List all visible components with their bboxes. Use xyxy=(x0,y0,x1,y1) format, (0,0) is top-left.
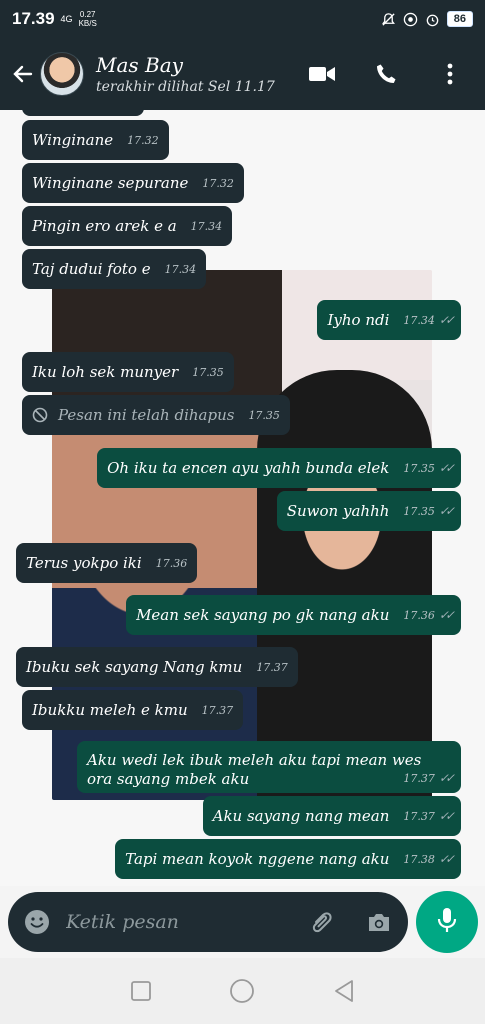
message-bubble-incoming[interactable]: Winginane sepurane 17.32 xyxy=(22,163,244,203)
contact-last-seen: terakhir dilihat Sel 11.17 xyxy=(96,79,275,95)
read-ticks-icon: ✓✓ xyxy=(438,771,455,785)
message-text: Pesan ini telah dihapus xyxy=(58,406,235,424)
message-time: 17.35 xyxy=(403,504,435,518)
status-time: 17.39 xyxy=(12,9,55,28)
message-bubble-incoming[interactable]: Terus yokpo iki 17.36 xyxy=(16,543,198,583)
message-text: Oh iku ta encen ayu yahh bunda elek xyxy=(107,459,390,477)
camera-icon[interactable] xyxy=(364,907,394,937)
message-meta: 17.37 ✓✓ xyxy=(389,771,455,785)
message-time: 17.32 xyxy=(202,176,234,190)
message-bubble-outgoing[interactable]: Iyho ndi 17.34 ✓✓ xyxy=(317,300,461,340)
compose-pill xyxy=(8,892,408,952)
message-bubble-incoming[interactable]: Ibuku sek sayang Nang kmu 17.37 xyxy=(16,647,298,687)
network-speed: 0.27 KB/S xyxy=(79,10,97,28)
speed-unit: KB/S xyxy=(78,19,97,28)
mic-icon xyxy=(436,906,458,939)
message-text: Winginane xyxy=(32,131,114,149)
message-time: 17.36 xyxy=(155,556,188,570)
back-arrow-icon[interactable] xyxy=(10,61,36,87)
message-bubble-partial xyxy=(22,110,144,116)
video-call-icon[interactable] xyxy=(307,59,337,89)
message-bubble-deleted[interactable]: Pesan ini telah dihapus 17.35 xyxy=(22,395,290,435)
status-icons: 86 xyxy=(381,11,473,27)
message-time: 17.37 xyxy=(256,660,288,674)
phone-icon[interactable] xyxy=(371,59,401,89)
read-ticks-icon: ✓✓ xyxy=(438,608,455,622)
header-actions xyxy=(307,59,475,89)
message-time: 17.32 xyxy=(127,133,159,147)
emoji-icon[interactable] xyxy=(22,907,52,937)
message-text: Terus yokpo iki xyxy=(26,554,142,572)
attach-icon[interactable] xyxy=(306,907,336,937)
system-nav-bar xyxy=(0,958,485,1024)
message-time: 17.37 xyxy=(201,703,234,717)
message-bubble-outgoing[interactable]: Aku sayang nang mean 17.37 ✓✓ xyxy=(202,796,461,836)
read-ticks-icon: ✓✓ xyxy=(438,313,455,327)
message-bubble-outgoing[interactable]: Mean sek sayang po gk nang aku 17.36 ✓✓ xyxy=(126,595,461,635)
message-text: Mean sek sayang po gk nang aku xyxy=(136,606,390,624)
battery-icon: 86 xyxy=(446,11,473,27)
message-time: 17.36 xyxy=(403,608,435,622)
chat-area[interactable]: Winginane 17.32 Winginane sepurane 17.32… xyxy=(0,110,485,886)
read-ticks-icon: ✓✓ xyxy=(438,461,455,475)
message-text: Ibukku meleh e kmu xyxy=(32,701,188,719)
prohibited-icon xyxy=(32,407,48,423)
contact-info[interactable]: Mas Bay terakhir dilihat Sel 11.17 xyxy=(96,53,275,95)
message-time: 17.34 xyxy=(164,262,197,276)
message-text: Taj dudui foto e xyxy=(32,260,151,278)
message-bubble-incoming[interactable]: Pingin ero arek e a 17.34 xyxy=(22,206,233,246)
network-indicator: 4G xyxy=(61,14,73,24)
message-text: Suwon yahhh xyxy=(286,502,390,520)
message-input[interactable] xyxy=(66,911,306,933)
message-text: Iyho ndi xyxy=(327,311,390,329)
more-vert-icon[interactable] xyxy=(435,59,465,89)
speed-value: 0.27 xyxy=(79,10,96,19)
message-time: 17.35 xyxy=(192,365,224,379)
message-text: Winginane sepurane xyxy=(32,174,189,192)
status-bar: 17.39 4G 0.27 KB/S 86 xyxy=(0,0,485,38)
message-bubble-outgoing[interactable]: Oh iku ta encen ayu yahh bunda elek 17.3… xyxy=(97,448,461,488)
message-time: 17.37 xyxy=(403,809,435,823)
read-ticks-icon: ✓✓ xyxy=(438,852,455,866)
message-bubble-incoming[interactable]: Winginane 17.32 xyxy=(22,120,169,160)
message-time: 17.35 xyxy=(403,461,435,475)
alarm-icon xyxy=(425,11,441,27)
recents-square-icon[interactable] xyxy=(127,977,155,1005)
message-bubble-outgoing[interactable]: Tapi mean koyok nggene nang aku 17.38 ✓✓ xyxy=(115,839,461,879)
message-bubble-incoming[interactable]: Ibukku meleh e kmu 17.37 xyxy=(22,690,244,730)
message-time: 17.38 xyxy=(403,852,435,866)
message-text: Aku sayang nang mean xyxy=(212,807,390,825)
message-bubble-outgoing[interactable]: Aku wedi lek ibuk meleh aku tapi mean we… xyxy=(77,741,461,793)
message-bubble-incoming[interactable]: Iku loh sek munyer 17.35 xyxy=(22,352,234,392)
compose-bar xyxy=(0,886,485,958)
network-label: 4G xyxy=(60,14,73,24)
message-text: Ibuku sek sayang Nang kmu xyxy=(26,658,243,676)
read-ticks-icon: ✓✓ xyxy=(438,504,455,518)
message-time: 17.34 xyxy=(403,313,435,327)
message-text: Tapi mean koyok nggene nang aku xyxy=(125,850,390,868)
contact-name: Mas Bay xyxy=(96,53,183,77)
message-time: 17.35 xyxy=(248,408,280,422)
mute-icon xyxy=(381,11,397,27)
avatar[interactable] xyxy=(40,52,84,96)
message-time: 17.34 xyxy=(190,219,223,233)
chat-header: Mas Bay terakhir dilihat Sel 11.17 xyxy=(0,38,485,110)
deleted-message: Pesan ini telah dihapus xyxy=(32,406,234,424)
mic-button[interactable] xyxy=(416,891,478,953)
home-circle-icon[interactable] xyxy=(228,977,256,1005)
message-time: 17.37 xyxy=(403,771,435,785)
message-bubble-outgoing[interactable]: Suwon yahhh 17.35 ✓✓ xyxy=(276,491,461,531)
read-ticks-icon: ✓✓ xyxy=(438,809,455,823)
message-bubble-incoming[interactable]: Taj dudui foto e 17.34 xyxy=(22,249,207,289)
message-text: Pingin ero arek e a xyxy=(32,217,177,235)
message-text: Iku loh sek munyer xyxy=(32,363,179,381)
back-triangle-icon[interactable] xyxy=(330,977,358,1005)
at-icon xyxy=(403,11,419,27)
